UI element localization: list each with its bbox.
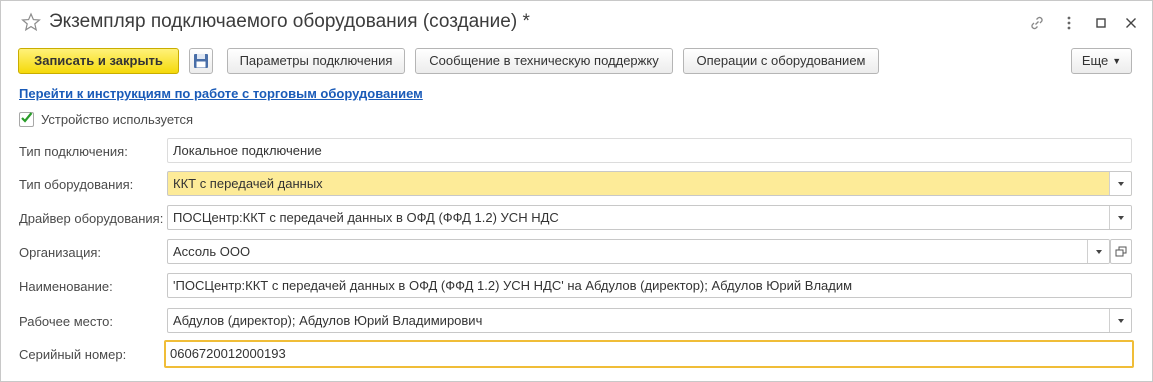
more-vertical-icon[interactable] <box>1060 14 1078 32</box>
workplace-field[interactable]: Абдулов (директор); Абдулов Юрий Владими… <box>167 308 1132 333</box>
connection-type-value: Локальное подключение <box>173 143 322 158</box>
checkmark-icon <box>21 112 33 123</box>
driver-field[interactable]: ПОСЦентр:ККТ с передачей данных в ОФД (Ф… <box>167 205 1132 230</box>
chevron-down-icon <box>1118 216 1124 220</box>
save-and-close-button[interactable]: Записать и закрыть <box>18 48 179 74</box>
more-label: Еще <box>1081 53 1109 68</box>
device-in-use-checkbox[interactable] <box>19 112 34 127</box>
chevron-down-icon <box>1118 319 1124 323</box>
organization-open-button[interactable] <box>1110 239 1132 264</box>
workplace-value: Абдулов (директор); Абдулов Юрий Владими… <box>173 313 483 328</box>
chevron-down-icon <box>1096 250 1102 254</box>
title-bar: Экземпляр подключаемого оборудования (со… <box>1 1 1152 45</box>
organization-field[interactable]: Ассоль ООО <box>167 239 1110 264</box>
caret-down-icon: ▼ <box>1112 56 1122 66</box>
name-value: 'ПОСЦентр:ККТ с передачей данных в ОФД (… <box>173 278 853 293</box>
close-icon[interactable] <box>1122 14 1140 32</box>
equipment-type-label: Тип оборудования: <box>19 177 134 192</box>
organization-label: Организация: <box>19 245 102 260</box>
driver-value: ПОСЦентр:ККТ с передачей данных в ОФД (Ф… <box>173 210 559 225</box>
floppy-disk-icon <box>194 54 208 68</box>
chevron-down-icon <box>1118 182 1124 186</box>
serial-number-label: Серийный номер: <box>19 347 127 362</box>
driver-label: Драйвер оборудования: <box>19 211 164 226</box>
instructions-link[interactable]: Перейти к инструкциям по работе с торгов… <box>19 86 423 101</box>
connection-params-button[interactable]: Параметры подключения <box>227 48 405 74</box>
organization-value: Ассоль ООО <box>173 244 251 259</box>
open-window-icon <box>1115 246 1127 257</box>
connection-type-label: Тип подключения: <box>19 144 128 159</box>
window-title: Экземпляр подключаемого оборудования (со… <box>49 11 530 32</box>
more-button[interactable]: Еще ▼ <box>1071 48 1132 74</box>
workplace-label: Рабочее место: <box>19 314 114 329</box>
star-icon[interactable] <box>21 12 41 32</box>
serial-number-value: 0606720012000193 <box>170 346 286 361</box>
workplace-dropdown-button[interactable] <box>1109 309 1131 332</box>
maximize-icon[interactable] <box>1092 14 1110 32</box>
name-label: Наименование: <box>19 279 113 294</box>
support-message-button[interactable]: Сообщение в техническую поддержку <box>415 48 673 74</box>
driver-dropdown-button[interactable] <box>1109 206 1131 229</box>
link-icon[interactable] <box>1028 14 1046 32</box>
name-field[interactable]: 'ПОСЦентр:ККТ с передачей данных в ОФД (… <box>167 273 1132 298</box>
equipment-type-value: ККТ с передачей данных <box>173 176 323 191</box>
connection-type-field: Локальное подключение <box>167 138 1132 163</box>
serial-number-input[interactable]: 0606720012000193 <box>164 340 1134 368</box>
equipment-type-dropdown-button[interactable] <box>1109 172 1131 195</box>
device-in-use-label: Устройство используется <box>41 112 194 127</box>
save-button[interactable] <box>189 48 213 74</box>
organization-dropdown-button[interactable] <box>1087 240 1109 263</box>
form-window: Экземпляр подключаемого оборудования (со… <box>0 0 1153 382</box>
equipment-operations-button[interactable]: Операции с оборудованием <box>683 48 879 74</box>
equipment-type-field[interactable]: ККТ с передачей данных <box>167 171 1132 196</box>
